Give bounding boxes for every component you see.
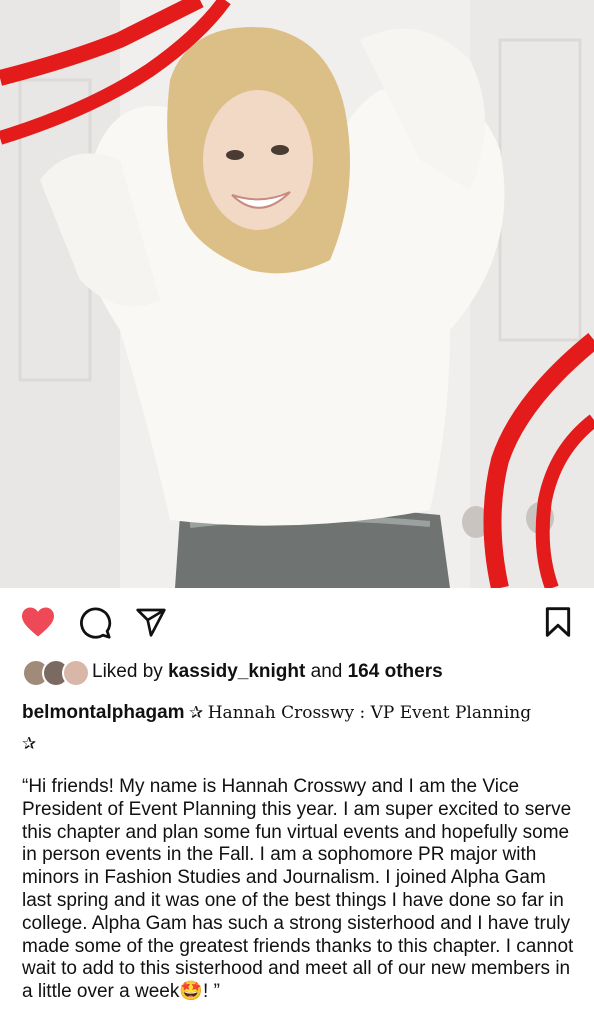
liker-avatars (22, 659, 90, 687)
caption-title: Hannah Crosswy : VP Event Planning (207, 703, 532, 723)
send-icon (136, 608, 166, 637)
post-photo[interactable] (0, 0, 594, 588)
liked-by-text: Liked by kassidy_knight and 164 others (92, 661, 443, 683)
avatar (62, 659, 90, 687)
like-button[interactable] (20, 606, 56, 638)
caption-body: “Hi friends! My name is Hannah Crosswy a… (22, 776, 574, 1003)
liked-by-label: Liked by (92, 661, 163, 682)
liked-by-and: and (310, 661, 343, 682)
caption-username[interactable]: belmontalphagam (22, 702, 185, 723)
caption-star: ✰ (189, 703, 204, 723)
likes-summary[interactable]: Liked by kassidy_knight and 164 others (22, 659, 443, 687)
share-button[interactable] (134, 606, 168, 638)
save-button[interactable] (543, 606, 573, 638)
comment-button[interactable] (78, 606, 112, 640)
comment-icon (80, 607, 112, 639)
likes-count[interactable]: 164 others (348, 661, 443, 682)
caption-star-end: ✰ (22, 734, 37, 754)
heart-filled-icon (22, 607, 54, 637)
liker-username[interactable]: kassidy_knight (168, 661, 305, 682)
caption-header: belmontalphagam ✰ Hannah Crosswy : VP Ev… (22, 698, 572, 760)
bookmark-icon (545, 607, 571, 637)
